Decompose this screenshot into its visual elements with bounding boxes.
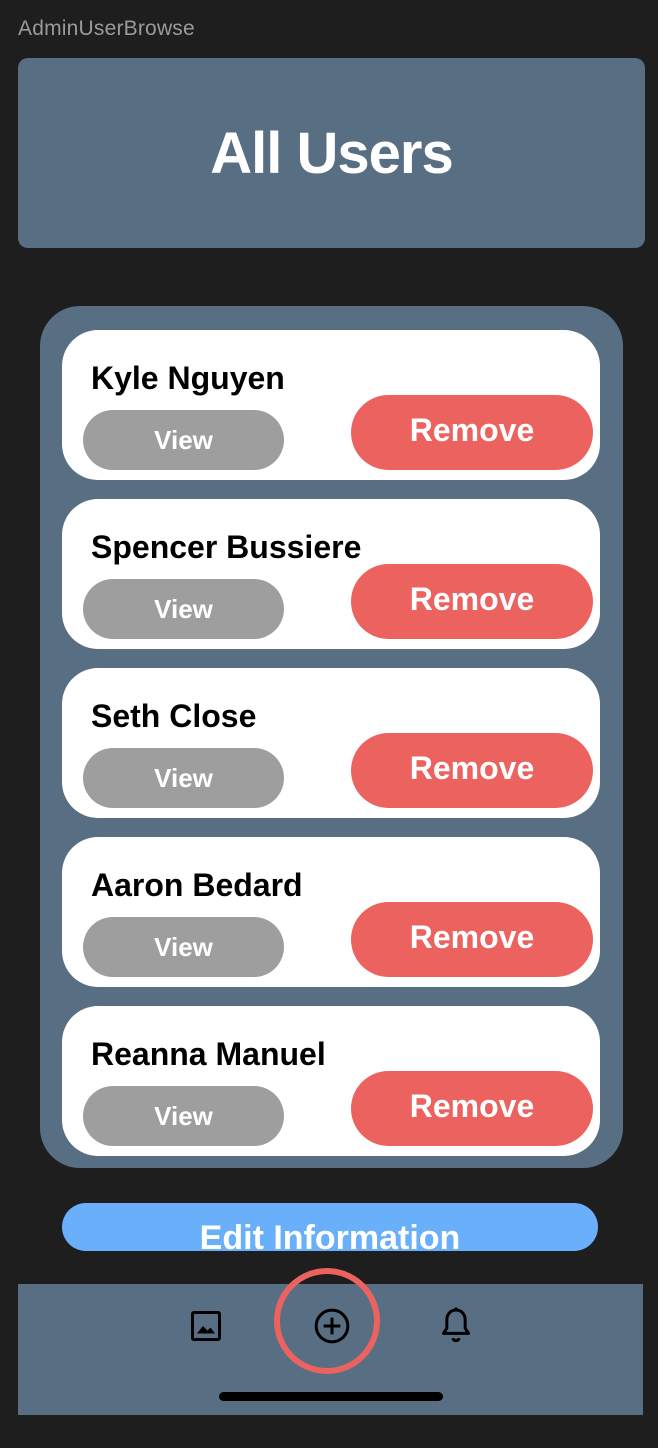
user-name: Spencer Bussiere (91, 529, 362, 565)
view-button[interactable]: View (83, 1086, 284, 1146)
user-card: Spencer Bussiere View Remove (62, 499, 600, 649)
view-button[interactable]: View (83, 410, 284, 470)
user-name: Kyle Nguyen (91, 360, 285, 396)
view-button[interactable]: View (83, 917, 284, 977)
user-card: Reanna Manuel View Remove (62, 1006, 600, 1156)
user-name: Reanna Manuel (91, 1036, 326, 1072)
user-card: Kyle Nguyen View Remove (62, 330, 600, 480)
page-header: All Users (18, 58, 645, 248)
view-button[interactable]: View (83, 748, 284, 808)
user-name: Seth Close (91, 698, 257, 734)
user-list: Kyle Nguyen View Remove Spencer Bussiere… (40, 306, 623, 1168)
remove-button[interactable]: Remove (351, 564, 593, 639)
frame-label: AdminUserBrowse (18, 17, 195, 40)
add-circle-icon[interactable] (312, 1306, 352, 1346)
edit-information-button[interactable]: Edit Information (62, 1203, 598, 1251)
bell-icon[interactable] (436, 1304, 476, 1346)
user-card: Seth Close View Remove (62, 668, 600, 818)
user-name: Aaron Bedard (91, 867, 303, 903)
remove-button[interactable]: Remove (351, 395, 593, 470)
bottom-tab-bar (18, 1268, 643, 1415)
user-card: Aaron Bedard View Remove (62, 837, 600, 987)
edit-information-label: Edit Information (199, 1219, 461, 1251)
page-title: All Users (210, 120, 453, 186)
remove-button[interactable]: Remove (351, 1071, 593, 1146)
home-indicator (219, 1392, 443, 1401)
remove-button[interactable]: Remove (351, 733, 593, 808)
view-button[interactable]: View (83, 579, 284, 639)
photo-icon[interactable] (188, 1308, 224, 1344)
remove-button[interactable]: Remove (351, 902, 593, 977)
